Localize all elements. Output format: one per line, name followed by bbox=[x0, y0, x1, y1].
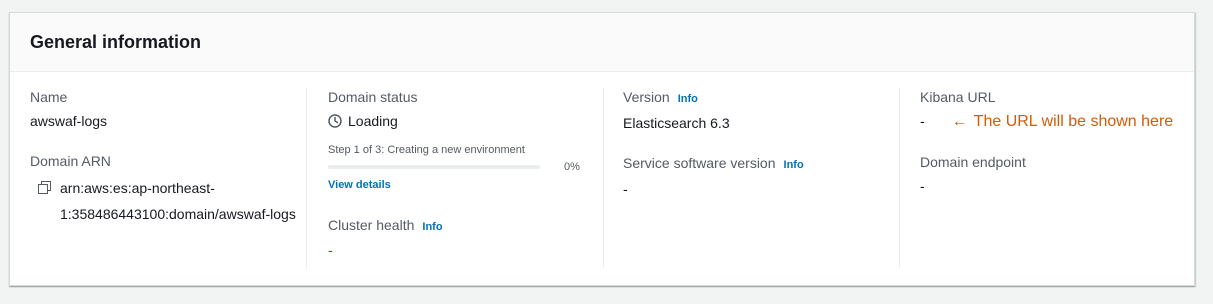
left-arrow-icon: ← bbox=[951, 113, 968, 130]
progress-percent: 0% bbox=[564, 161, 580, 173]
version-label-row: Version Info bbox=[623, 88, 899, 108]
domain-status-row: Loading bbox=[328, 112, 603, 130]
copy-icon[interactable] bbox=[38, 181, 52, 195]
version-info-link[interactable]: Info bbox=[678, 93, 698, 105]
column-domain-status: Domain status Loading Step 1 of 3: Creat… bbox=[306, 88, 603, 268]
kibana-url-annotation: ← The URL will be shown here bbox=[952, 113, 1174, 131]
kibana-url-value: - bbox=[920, 113, 925, 129]
column-kibana: Kibana URL - ← The URL will be shown here… bbox=[899, 88, 1195, 268]
service-software-value: - bbox=[623, 181, 628, 197]
cluster-health-field: Cluster health Info - bbox=[328, 216, 603, 258]
service-software-field: Service software version Info - bbox=[623, 154, 899, 198]
clock-icon bbox=[328, 114, 342, 128]
version-label: Version bbox=[623, 89, 670, 105]
kibana-url-row: - ← The URL will be shown here bbox=[920, 112, 1195, 131]
panel-header: General information bbox=[10, 13, 1194, 72]
kibana-url-label: Kibana URL bbox=[920, 89, 996, 105]
name-label: Name bbox=[30, 89, 68, 105]
column-name-arn: Name awswaf-logs Domain ARN arn:aws:es:a… bbox=[30, 88, 306, 268]
cluster-health-info-link[interactable]: Info bbox=[422, 221, 442, 233]
domain-status-value: Loading bbox=[348, 113, 398, 129]
panel-title: General information bbox=[30, 32, 202, 52]
progress-label: Step 1 of 3: Creating a new environment bbox=[328, 144, 525, 156]
domain-endpoint-label: Domain endpoint bbox=[920, 154, 1026, 170]
service-software-label: Service software version bbox=[623, 155, 776, 171]
service-software-info-link[interactable]: Info bbox=[784, 159, 804, 171]
version-value: Elasticsearch 6.3 bbox=[623, 115, 730, 131]
name-value: awswaf-logs bbox=[30, 113, 108, 129]
domain-arn-value: arn:aws:es:ap-northeast- 1:358486443100:… bbox=[60, 175, 296, 227]
domain-arn-line-2: 1:358486443100:domain/awswaf-logs bbox=[60, 206, 296, 222]
cluster-health-value: - bbox=[328, 242, 333, 258]
column-version: Version Info Elasticsearch 6.3 Service so… bbox=[603, 88, 899, 268]
domain-arn-row: arn:aws:es:ap-northeast- 1:358486443100:… bbox=[30, 179, 306, 227]
domain-endpoint-value: - bbox=[920, 178, 925, 194]
progress-row: 0% bbox=[328, 161, 583, 173]
general-information-panel: General information Name awswaf-logs Dom… bbox=[9, 12, 1195, 286]
annotation-text: The URL will be shown here bbox=[973, 113, 1174, 130]
kibana-url-field: Kibana URL - ← The URL will be shown here bbox=[920, 88, 1195, 131]
domain-arn-field: Domain ARN arn:aws:es:ap-northeast- 1:35… bbox=[30, 152, 306, 227]
name-field: Name awswaf-logs bbox=[30, 88, 306, 130]
progress-bar bbox=[328, 165, 540, 169]
cluster-health-label-row: Cluster health Info bbox=[328, 216, 603, 236]
version-field: Version Info Elasticsearch 6.3 bbox=[623, 88, 899, 132]
cluster-health-label: Cluster health bbox=[328, 217, 415, 233]
domain-status-label: Domain status bbox=[328, 89, 418, 105]
domain-endpoint-field: Domain endpoint - bbox=[920, 153, 1195, 195]
domain-arn-label: Domain ARN bbox=[30, 153, 111, 169]
domain-arn-line-1: arn:aws:es:ap-northeast- bbox=[60, 180, 215, 196]
details-columns: Name awswaf-logs Domain ARN arn:aws:es:a… bbox=[10, 72, 1194, 286]
view-details-link[interactable]: View details bbox=[328, 179, 391, 191]
service-software-label-row: Service software version Info bbox=[623, 154, 899, 174]
